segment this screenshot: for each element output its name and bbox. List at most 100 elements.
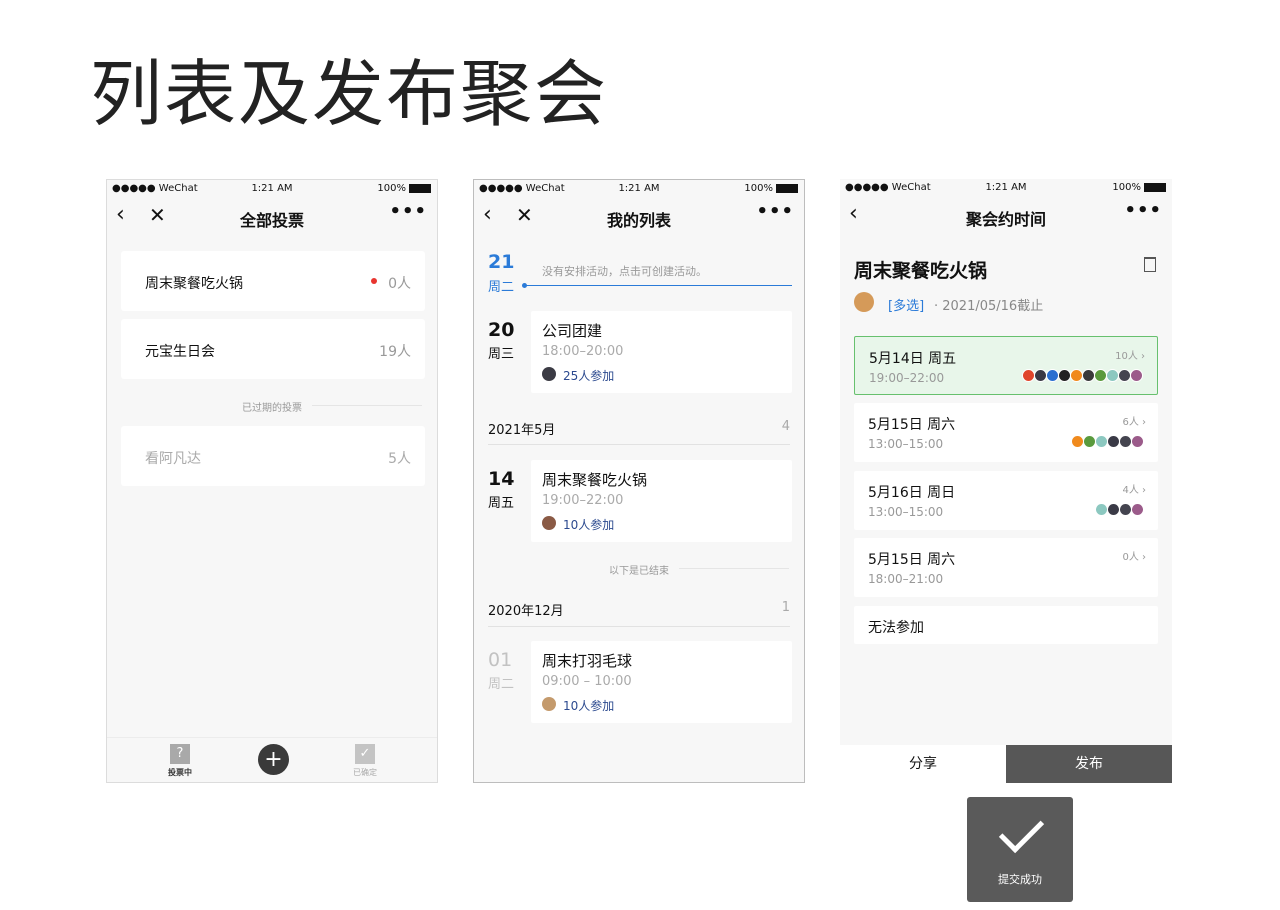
battery-icon [409, 184, 431, 193]
participant-avatars [1071, 435, 1144, 448]
status-bar: ●●●●● WeChat 1:21 AM 100% [840, 179, 1172, 196]
slot-date: 5月16日 周日 [868, 485, 956, 501]
avatar [542, 367, 556, 381]
divider [488, 626, 790, 627]
poll-item[interactable]: 元宝生日会 19人 [121, 319, 425, 379]
slot-date: 5月15日 周六 [868, 552, 956, 568]
nav-bar: ‹ ✕ 全部投票 ••• [107, 197, 437, 235]
event-weekday: 周三 [488, 347, 515, 362]
avatar [542, 697, 556, 711]
battery-indicator: 100% [1112, 182, 1166, 193]
avatar [1131, 503, 1144, 516]
unread-dot [371, 278, 377, 284]
phone-all-polls: ●●●●● WeChat 1:21 AM 100% ‹ ✕ 全部投票 ••• 周… [106, 179, 438, 783]
poll-count: 19人 [379, 344, 411, 360]
today-weekday: 周二 [488, 280, 515, 295]
event-card[interactable]: 周末聚餐吃火锅 19:00–22:00 10人参加 [531, 460, 792, 542]
checkmark-icon [998, 807, 1045, 854]
tab-confirmed[interactable]: 已确定 [345, 767, 385, 778]
nav-title: 全部投票 [239, 211, 304, 230]
slot-time: 18:00–21:00 [868, 572, 944, 586]
event-day: 20 [488, 319, 515, 341]
poll-name: 元宝生日会 [145, 344, 215, 360]
question-icon[interactable]: ? [170, 744, 190, 764]
poll-name: 看阿凡达 [145, 451, 201, 467]
ended-section-label: 以下是已结束 [609, 566, 669, 577]
event-participants: 10人参加 [563, 518, 615, 532]
event-name: 周末聚餐吃火锅 [542, 471, 648, 489]
event-participants: 25人参加 [563, 369, 615, 383]
tab-voting[interactable]: 投票中 [160, 767, 200, 778]
phone-meeting-time: ●●●●● WeChat 1:21 AM 100% ‹ 聚会约时间 ••• 周末… [840, 179, 1172, 783]
battery-text: 100% [744, 183, 773, 194]
share-button[interactable]: 分享 [840, 745, 1006, 783]
tab-bar: ? 投票中 + ✓ 已确定 [107, 737, 437, 782]
battery-icon [776, 184, 798, 193]
battery-text: 100% [1112, 182, 1141, 193]
slot-time: 13:00–15:00 [868, 437, 944, 451]
month-label: 2020年12月 [488, 604, 564, 619]
publish-button[interactable]: 发布 [1006, 745, 1172, 783]
poll-count: 0人 [388, 276, 411, 292]
avatar [1130, 369, 1143, 382]
poll-name: 周末聚餐吃火锅 [145, 276, 243, 292]
event-time: 19:00–22:00 [542, 493, 624, 508]
event-participants: 10人参加 [563, 699, 615, 713]
time-slot-option[interactable]: 5月14日 周五 19:00–22:00 10人 › [854, 336, 1158, 395]
today-dot [522, 283, 527, 288]
poll-item[interactable]: 周末聚餐吃火锅 0人 [121, 251, 425, 311]
nav-bar: ‹ 聚会约时间 ••• [840, 196, 1172, 234]
check-icon[interactable]: ✓ [355, 744, 375, 764]
trash-icon[interactable] [1144, 257, 1156, 272]
event-weekday: 周二 [488, 677, 515, 692]
cannot-attend-label: 无法参加 [868, 620, 924, 636]
time-slot-option[interactable]: 5月15日 周六 18:00–21:00 0人 › [854, 538, 1158, 597]
page-title: 列表及发布聚会 [90, 52, 609, 136]
participant-avatars [1022, 369, 1143, 382]
nav-title: 我的列表 [606, 211, 671, 230]
event-time: 09:00 – 10:00 [542, 674, 632, 689]
event-card[interactable]: 周末打羽毛球 09:00 – 10:00 10人参加 [531, 641, 792, 723]
poll-count: 5人 [388, 451, 411, 467]
more-icon[interactable]: ••• [756, 201, 794, 222]
month-label: 2021年5月 [488, 423, 556, 438]
poll-title: 周末聚餐吃火锅 [854, 260, 988, 282]
slot-count: 10人 › [1115, 351, 1145, 362]
multi-select-tag: [多选] [888, 299, 925, 314]
event-weekday: 周五 [488, 496, 515, 511]
battery-indicator: 100% [744, 183, 798, 194]
toast-label: 提交成功 [998, 873, 1042, 886]
battery-indicator: 100% [377, 183, 431, 194]
cannot-attend-option[interactable]: 无法参加 [854, 606, 1158, 644]
participant-avatars [1095, 503, 1144, 516]
month-count: 4 [781, 419, 790, 434]
avatar [542, 516, 556, 530]
slot-time: 13:00–15:00 [868, 505, 944, 519]
divider [488, 444, 790, 445]
success-toast: 提交成功 [967, 797, 1073, 902]
add-poll-button[interactable]: + [258, 744, 289, 775]
event-day: 01 [488, 649, 513, 671]
divider [312, 405, 422, 406]
time-slot-option[interactable]: 5月15日 周六 13:00–15:00 6人 › [854, 403, 1158, 462]
expired-poll-item[interactable]: 看阿凡达 5人 [121, 426, 425, 486]
slot-count: 0人 › [1122, 552, 1146, 563]
more-icon[interactable]: ••• [1124, 200, 1162, 221]
event-card[interactable]: 公司团建 18:00–20:00 25人参加 [531, 311, 792, 393]
today-line [524, 285, 792, 286]
today-day: 21 [488, 251, 515, 273]
more-icon[interactable]: ••• [389, 201, 427, 222]
battery-icon [1144, 183, 1166, 192]
empty-hint[interactable]: 没有安排活动，点击可创建活动。 [542, 263, 707, 279]
battery-text: 100% [377, 183, 406, 194]
expired-section-label: 已过期的投票 [242, 403, 302, 414]
event-name: 周末打羽毛球 [542, 652, 633, 670]
slot-time: 19:00–22:00 [869, 371, 945, 385]
slot-date: 5月15日 周六 [868, 417, 956, 433]
status-bar: ●●●●● WeChat 1:21 AM 100% [107, 180, 437, 197]
slot-count: 4人 › [1122, 485, 1146, 496]
deadline: · 2021/05/16截止 [934, 299, 1044, 314]
time-slot-option[interactable]: 5月16日 周日 13:00–15:00 4人 › [854, 471, 1158, 530]
event-name: 公司团建 [542, 322, 603, 340]
month-count: 1 [781, 600, 790, 615]
